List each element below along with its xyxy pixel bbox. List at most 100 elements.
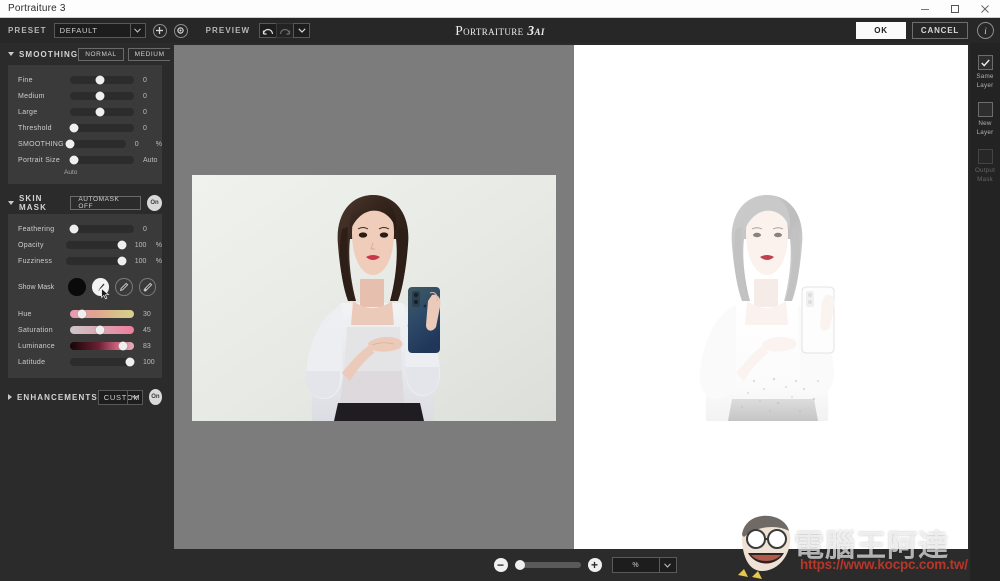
slider-track-threshold[interactable] [70,124,134,132]
enhancements-section-header[interactable]: ENHANCEMENTS CUSTOM On [0,386,170,408]
slider-track-smoothing[interactable] [66,140,125,148]
smoothing-preset-medium[interactable]: MEDIUM [128,48,172,61]
slider-label: SMOOTHING [18,141,66,148]
slider-track-saturation[interactable] [70,326,134,334]
slider-track-portrait-size[interactable] [70,156,134,164]
slider-row: Large 0 [8,104,162,120]
smoothing-preset-normal[interactable]: NORMAL [78,48,123,61]
window-titlebar: Portraiture 3 [0,0,1000,18]
same-layer-checkbox[interactable] [978,55,993,70]
slider-track-fine[interactable] [70,76,134,84]
chevron-right-icon [8,394,12,400]
slider-knob[interactable] [69,225,78,234]
slider-row: Fuzziness 100% [8,253,162,269]
slider-label: Fuzziness [18,258,66,265]
zoom-slider-track[interactable] [515,562,581,568]
skinmask-section-header[interactable]: SKIN MASK AUTOMASK OFF On [0,192,170,214]
slider-track-fuzziness[interactable] [66,257,125,265]
slider-knob[interactable] [126,358,135,367]
slider-track-hue[interactable] [70,310,134,318]
slider-value: 100 [135,242,151,249]
slider-row: Saturation 45 [8,322,162,338]
preset-dropdown[interactable]: DEFAULT [54,23,146,38]
slider-unit: % [156,242,162,249]
slider-knob[interactable] [96,326,105,335]
preview-mask-pane[interactable] [574,45,968,549]
slider-knob[interactable] [96,108,105,117]
same-layer-option[interactable]: SameLayer [970,55,1000,90]
slider-knob[interactable] [96,92,105,101]
slider-value: 0 [143,125,159,132]
new-layer-label: NewLayer [977,120,994,137]
new-layer-option[interactable]: NewLayer [970,102,1000,137]
preset-value: DEFAULT [55,26,98,35]
output-mask-option[interactable]: OutputMask [970,149,1000,184]
preset-label: PRESET [8,26,47,35]
zoom-dropdown-caret-icon[interactable] [660,557,677,573]
preset-group: PRESET DEFAULT [8,23,188,38]
slider-label: Threshold [18,125,70,132]
slider-knob[interactable] [118,257,127,266]
history-caret-icon[interactable] [293,23,310,38]
slider-track-large[interactable] [70,108,134,116]
slider-knob[interactable] [69,124,78,133]
redo-icon[interactable] [276,23,293,38]
slider-knob[interactable] [96,76,105,85]
chevron-down-icon [130,24,145,37]
output-mask-checkbox[interactable] [978,149,993,164]
preview-original-pane[interactable] [174,45,574,549]
mask-eyedropper-add-button[interactable] [115,278,132,296]
slider-knob[interactable] [118,241,127,250]
new-layer-checkbox[interactable] [978,102,993,117]
slider-label: Feathering [18,226,70,233]
automask-toggle[interactable]: AUTOMASK OFF [70,196,141,210]
output-rail: SameLayer NewLayer OutputMask [970,43,1000,581]
mask-brush-button[interactable] [92,278,109,296]
enhancements-mode-dropdown[interactable]: CUSTOM [98,390,143,405]
zoom-slider-knob[interactable] [515,560,525,570]
slider-row: Portrait Size Auto [8,152,162,168]
slider-value: 0 [135,141,151,148]
slider-value: 30 [143,311,159,318]
minimize-button[interactable] [910,0,940,18]
undo-icon[interactable] [259,23,276,38]
zoom-out-button[interactable]: − [494,558,508,572]
window-title: Portraiture 3 [0,3,66,14]
skinmask-on-button[interactable]: On [147,195,162,211]
cancel-button[interactable]: CANCEL [912,22,968,39]
zoom-value-field[interactable]: % [612,557,660,573]
gear-icon[interactable] [174,24,188,38]
slider-track-luminance[interactable] [70,342,134,350]
slider-track-latitude[interactable] [70,358,134,366]
mask-photo [614,175,914,421]
enhancements-on-button[interactable]: On [149,389,162,405]
slider-label: Fine [18,77,70,84]
preview-label: PREVIEW [206,26,251,35]
slider-knob[interactable] [65,140,74,149]
slider-knob[interactable] [119,342,128,351]
maximize-button[interactable] [940,0,970,18]
mask-eyedropper-subtract-button[interactable] [139,278,156,296]
chevron-down-icon [8,52,14,56]
slider-knob[interactable] [77,310,86,319]
mask-none-button[interactable] [68,278,85,296]
enhancements-title: ENHANCEMENTS [17,393,98,402]
chevron-down-icon [8,201,14,205]
close-button[interactable] [970,0,1000,18]
mask-illustration [614,175,914,421]
add-preset-button[interactable] [153,24,167,38]
ok-button[interactable]: OK [856,22,906,39]
slider-label: Luminance [18,343,70,350]
zoom-in-button[interactable]: + [588,558,602,572]
info-icon[interactable]: i [977,22,994,39]
smoothing-section-header[interactable]: SMOOTHING NORMAL MEDIUM STRONG [0,43,170,65]
slider-track-medium[interactable] [70,92,134,100]
slider-track-feathering[interactable] [70,225,134,233]
slider-label: Large [18,109,70,116]
slider-unit: % [156,141,162,148]
slider-track-opacity[interactable] [66,241,125,249]
slider-row: Medium 0 [8,88,162,104]
slider-knob[interactable] [69,156,78,165]
slider-unit: % [156,258,162,265]
zoom-toolbar: − + % [170,549,1000,581]
